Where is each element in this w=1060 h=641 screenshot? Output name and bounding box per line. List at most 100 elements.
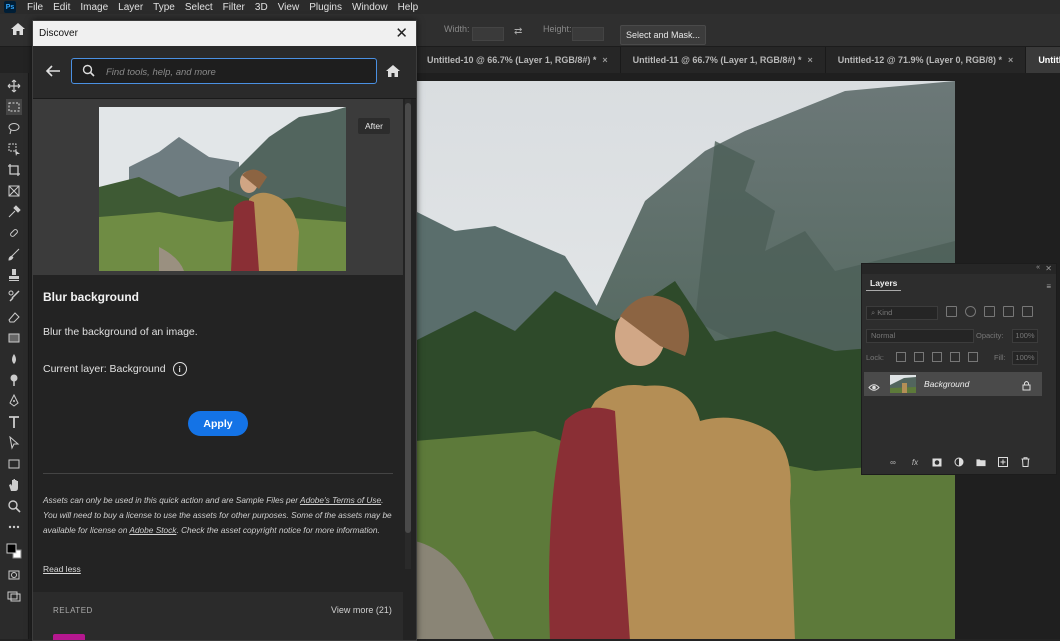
history-brush-icon[interactable] — [6, 288, 22, 304]
menu-image[interactable]: Image — [75, 2, 113, 13]
tools-panel — [0, 73, 29, 639]
pixel-filter-icon[interactable] — [946, 306, 957, 317]
layer-row-background[interactable]: Background — [864, 372, 1042, 396]
menu-type[interactable]: Type — [148, 2, 180, 13]
close-icon[interactable]: ✕ — [1045, 264, 1052, 273]
apply-button[interactable]: Apply — [188, 411, 248, 436]
scroll-thumb[interactable] — [405, 103, 411, 533]
zoom-tool-icon[interactable] — [6, 498, 22, 514]
back-arrow-icon[interactable] — [45, 64, 61, 83]
after-label: After — [358, 118, 390, 134]
quick-mask-icon[interactable] — [6, 567, 22, 583]
discover-scrollbar[interactable] — [405, 99, 411, 569]
lock-all-icon[interactable] — [968, 352, 978, 362]
layer-name[interactable]: Background — [924, 379, 969, 389]
doc-tab-untitled-12[interactable]: Untitled-12 @ 71.9% (Layer 0, RGB/8) * × — [826, 47, 1027, 73]
opacity-label: Opacity: — [976, 331, 1004, 340]
adobe-stock-link[interactable]: Adobe Stock — [129, 525, 176, 535]
type-tool-icon[interactable] — [6, 414, 22, 430]
doc-tab-untitled-11[interactable]: Untitled-11 @ 66.7% (Layer 1, RGB/8#) * × — [621, 47, 826, 73]
divider — [43, 473, 393, 474]
lock-pixels-icon[interactable] — [914, 352, 924, 362]
lock-artboard-icon[interactable] — [950, 352, 960, 362]
search-input[interactable] — [104, 63, 368, 81]
menu-plugins[interactable]: Plugins — [304, 2, 347, 13]
shape-filter-icon[interactable] — [1003, 306, 1014, 317]
menu-help[interactable]: Help — [393, 2, 424, 13]
height-field[interactable] — [572, 27, 604, 41]
legal-notice: Assets can only be used in this quick ac… — [43, 493, 393, 538]
blur-tool-icon[interactable] — [6, 351, 22, 367]
width-field[interactable] — [472, 27, 504, 41]
link-icon[interactable]: ∞ — [888, 457, 898, 467]
quick-action-title: Blur background — [43, 290, 140, 304]
close-icon[interactable]: × — [1008, 55, 1013, 65]
menu-view[interactable]: View — [273, 2, 305, 13]
brush-tool-icon[interactable] — [6, 246, 22, 262]
doc-tab-untitled-10[interactable]: Untitled-10 @ 66.7% (Layer 1, RGB/8#) * × — [415, 47, 621, 73]
hand-tool-icon[interactable] — [6, 477, 22, 493]
mask-icon[interactable] — [932, 457, 942, 467]
folder-icon[interactable] — [976, 457, 986, 467]
close-icon[interactable]: ✕ — [395, 26, 408, 41]
move-tool-icon[interactable] — [6, 78, 22, 94]
fill-field[interactable]: 100% — [1012, 351, 1038, 365]
adjustment-filter-icon[interactable] — [965, 306, 976, 317]
menu-window[interactable]: Window — [347, 2, 393, 13]
eraser-tool-icon[interactable] — [6, 309, 22, 325]
terms-of-use-link[interactable]: Adobe's Terms of Use — [300, 495, 381, 505]
menu-layer[interactable]: Layer — [113, 2, 148, 13]
read-less-link[interactable]: Read less — [43, 564, 81, 574]
adjustment-icon[interactable] — [954, 457, 964, 467]
close-icon[interactable]: × — [807, 55, 812, 65]
menu-file[interactable]: File — [22, 2, 48, 13]
new-layer-icon[interactable] — [998, 457, 1008, 467]
related-item-thumbnail[interactable] — [53, 634, 85, 640]
blend-mode-select[interactable]: Normal — [866, 329, 974, 343]
type-filter-icon[interactable] — [984, 306, 995, 317]
fx-icon[interactable]: fx — [910, 457, 920, 467]
healing-brush-icon[interactable] — [6, 225, 22, 241]
lock-transparency-icon[interactable] — [896, 352, 906, 362]
search-box[interactable] — [71, 58, 377, 84]
smart-object-filter-icon[interactable] — [1022, 306, 1033, 317]
clone-stamp-icon[interactable] — [6, 267, 22, 283]
dodge-tool-icon[interactable] — [6, 372, 22, 388]
menu-3d[interactable]: 3D — [250, 2, 273, 13]
eyedropper-tool-icon[interactable] — [6, 204, 22, 220]
menu-edit[interactable]: Edit — [48, 2, 75, 13]
kind-filter-select[interactable]: ⌕ Kind — [866, 306, 938, 320]
frame-tool-icon[interactable] — [6, 183, 22, 199]
menu-select[interactable]: Select — [180, 2, 218, 13]
gradient-tool-icon[interactable] — [6, 330, 22, 346]
home-icon[interactable] — [385, 64, 401, 83]
eye-icon[interactable] — [868, 379, 880, 397]
marquee-tool-icon[interactable] — [6, 99, 22, 115]
path-select-icon[interactable] — [6, 435, 22, 451]
view-more-link[interactable]: View more (21) — [331, 605, 392, 615]
opacity-field[interactable]: 100% — [1012, 329, 1038, 343]
crop-tool-icon[interactable] — [6, 162, 22, 178]
select-and-mask-button[interactable]: Select and Mask... — [620, 25, 706, 45]
panel-menu-icon[interactable]: ≡ — [1046, 282, 1051, 291]
swap-icon[interactable]: ⇄ — [514, 26, 522, 37]
rectangle-tool-icon[interactable] — [6, 456, 22, 472]
doc-tab-active[interactable]: Untitl — [1026, 47, 1060, 73]
trash-icon[interactable] — [1020, 457, 1030, 467]
menu-filter[interactable]: Filter — [218, 2, 250, 13]
lasso-tool-icon[interactable] — [6, 120, 22, 136]
related-section: RELATED View more (21) — [33, 592, 403, 640]
screen-mode-icon[interactable] — [6, 588, 22, 604]
object-select-tool-icon[interactable] — [6, 141, 22, 157]
home-icon[interactable] — [10, 22, 28, 38]
pen-tool-icon[interactable] — [6, 393, 22, 409]
layers-panel-header: « ✕ — [862, 264, 1056, 274]
info-icon[interactable]: i — [172, 362, 187, 376]
discover-panel: Discover ✕ Find tools, help, and more Af… — [32, 20, 417, 641]
lock-position-icon[interactable] — [932, 352, 942, 362]
close-icon[interactable]: × — [602, 55, 607, 65]
collapse-icon[interactable]: « — [1036, 264, 1040, 271]
tab-layers[interactable]: Layers — [866, 276, 902, 291]
more-tools-icon[interactable] — [6, 519, 22, 535]
color-swatches-icon[interactable] — [6, 540, 22, 562]
